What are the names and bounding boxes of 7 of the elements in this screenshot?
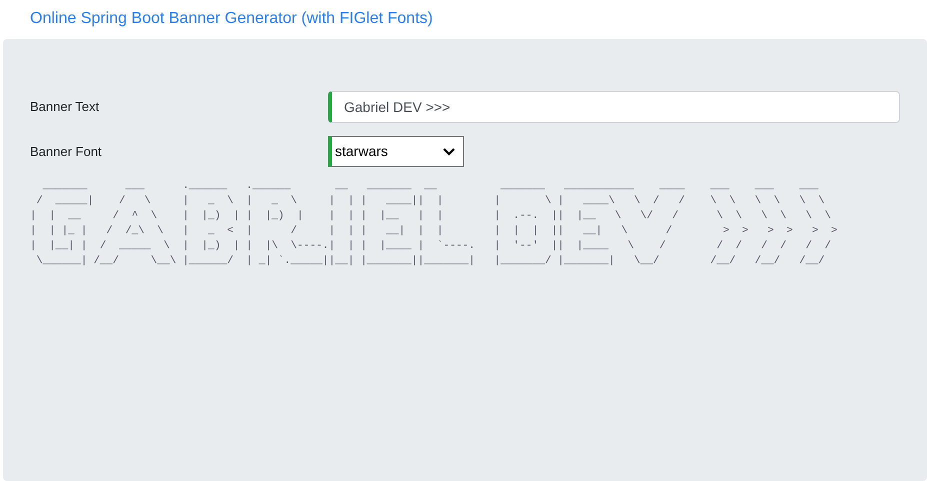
field-label: Banner Font — [30, 142, 103, 161]
page-title: Online Spring Boot Banner Generator (with FIGlet Fonts) — [29, 9, 434, 29]
field-label: Banner Text — [30, 98, 100, 116]
banner-text-field[interactable]: Gabriel DEV >>> — [328, 91, 900, 123]
ascii-art-text: _______ ___ .______ .______ __ _______ __ _______ ___________ ____ ___ ___ ___ / _____| / \ | _ \ | _ \ | | | ____|| | | \ | ____\ \ / / \ \ \ \ \ \ | | __ / ^ \ | |_) | | |_) | | | | |__ | | | .--. || |__ \ \/ / \ \ \ \ \ \ | | |_ | / /_\ \ | _ < | / | | | __| | | | | | || __| \ / > > > > > > | |__| | / _____ \ | |_) | | |\ \----.| | | |____ | `----. | '--' || |____ \ / / / / / / / \______| /__/ \__\ |______/ | _| `._____||__| |_______||_______| |_______/ |_______| \__/ /__/ /__/ /__/ — [30, 179, 838, 269]
font-select[interactable]: starwars — [328, 136, 464, 167]
chevron-down-icon — [443, 148, 455, 156]
